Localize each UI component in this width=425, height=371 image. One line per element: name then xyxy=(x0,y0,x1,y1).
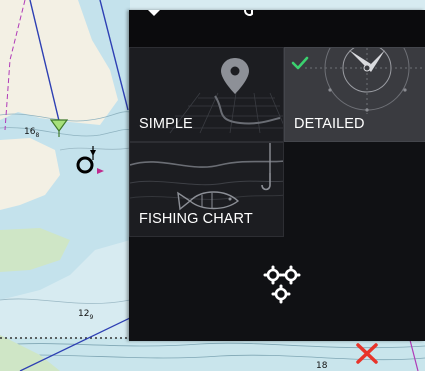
chart-mode-detailed-option[interactable]: DETAILED xyxy=(284,47,425,142)
sounding-main: 16 xyxy=(24,127,36,137)
checkmark-icon xyxy=(291,56,309,70)
header-title-fragment xyxy=(244,10,253,16)
depth-sounding-label: 168 xyxy=(24,128,39,139)
chevron-down-icon[interactable] xyxy=(147,10,161,18)
chart-mode-fishing-option[interactable]: FISHING CHART xyxy=(129,142,284,237)
depth-sounding-label: 129 xyxy=(78,310,93,321)
sounding-main: 12 xyxy=(78,309,90,319)
panel-header xyxy=(129,10,425,47)
chart-mode-simple-option[interactable]: SIMPLE xyxy=(129,47,284,142)
detailed-label: DETAILED xyxy=(294,116,365,132)
sounding-sub: 9 xyxy=(89,313,94,321)
depth-sounding-label: 18 xyxy=(316,362,327,371)
chart-mode-panel: SIMPLE DETAILED FISHING CHART xyxy=(129,10,425,341)
simple-label: SIMPLE xyxy=(139,116,193,132)
gears-icon[interactable] xyxy=(262,264,302,308)
chart-screen: 168 129 18 SIMPLE DETAILED FISHING CHART xyxy=(0,0,425,371)
sounding-sub: 8 xyxy=(35,131,40,139)
fishing-chart-label: FISHING CHART xyxy=(139,211,253,227)
sounding-main: 18 xyxy=(316,361,328,371)
